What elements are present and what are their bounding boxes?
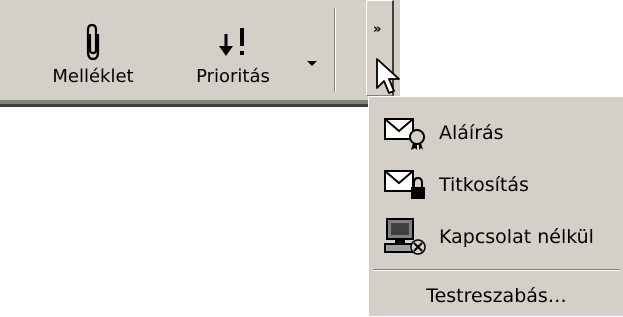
encrypted-envelope-icon [381, 165, 429, 205]
offline-computer-icon [381, 217, 429, 257]
menu-item-encryption[interactable]: Titkosítás [369, 159, 623, 211]
menu-item-offline[interactable]: Kapcsolat nélkül [369, 211, 623, 263]
overflow-menu: Aláírás Titkosítás Kapcsolat nélkül Test… [368, 96, 623, 316]
attach-button[interactable]: Melléklet [38, 18, 148, 96]
toolbar: Melléklet Prioritás » [0, 0, 400, 100]
menu-item-customize[interactable]: Testreszabás… [369, 275, 623, 317]
menu-item-encryption-label: Titkosítás [439, 174, 529, 196]
priority-label: Prioritás [196, 66, 270, 87]
toolbar-separator [334, 8, 336, 92]
menu-item-signature[interactable]: Aláírás [369, 107, 623, 159]
dropdown-arrow-icon[interactable] [300, 54, 324, 74]
menu-separator [373, 269, 620, 271]
paperclip-icon [82, 18, 104, 62]
signature-envelope-icon [381, 113, 429, 153]
priority-button[interactable]: Prioritás [178, 18, 288, 96]
menu-item-offline-label: Kapcsolat nélkül [439, 226, 594, 248]
menu-item-customize-label: Testreszabás… [426, 285, 567, 307]
toolbar-border-dark [0, 104, 400, 107]
priority-icon [215, 18, 251, 62]
attach-label: Melléklet [52, 66, 134, 87]
menu-item-signature-label: Aláírás [439, 122, 504, 144]
chevron-more-icon: » [373, 22, 382, 37]
